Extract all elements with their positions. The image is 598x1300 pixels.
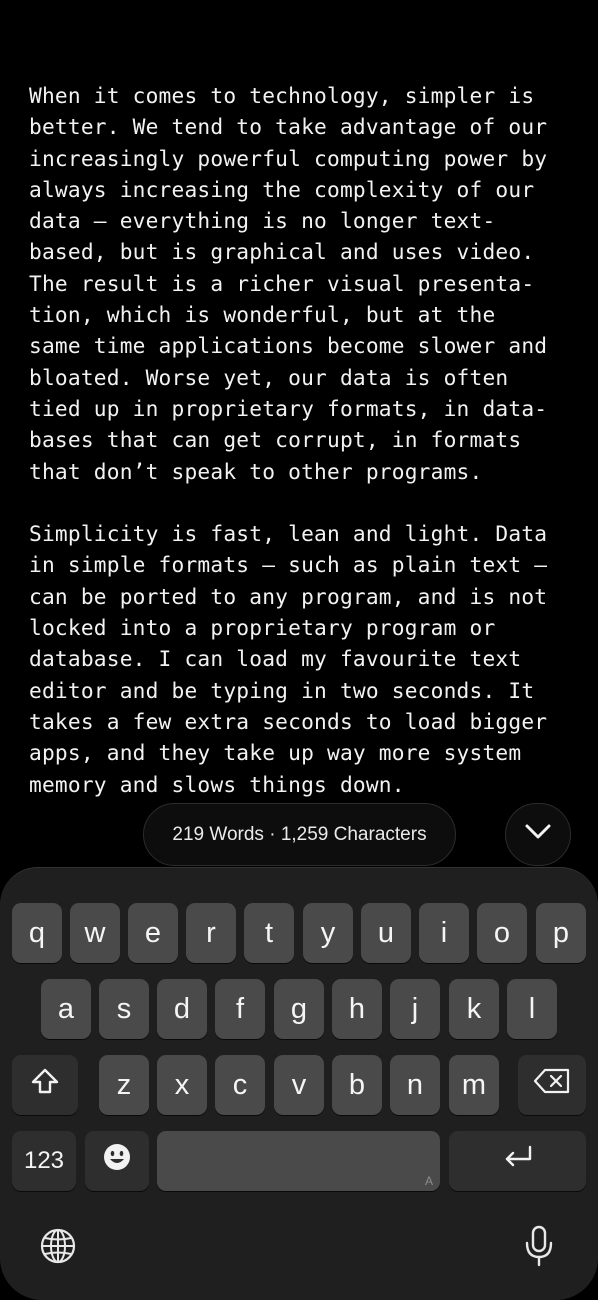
key-label: s [116,992,132,1025]
word-count-pill[interactable]: 219 Words · 1,259 Characters [143,803,456,866]
key-k[interactable]: k [449,979,499,1039]
key-n[interactable]: n [390,1055,440,1115]
text-line: always increasing the complexity of our [29,176,535,202]
text-line: bloated. Worse yet, our data is often [29,364,509,390]
key-label: c [232,1068,248,1101]
key-e[interactable]: e [128,903,178,963]
text-line: editor and be typing in two seconds. It [29,677,535,703]
key-label: z [116,1068,132,1101]
text-line: same time applications become slower and [29,333,548,359]
key-m[interactable]: m [449,1055,499,1115]
key-u[interactable]: u [361,903,411,963]
key-q[interactable]: q [12,903,62,963]
key-label: v [291,1068,307,1101]
dismiss-keyboard-button[interactable] [505,803,571,866]
numbers-key[interactable]: 123 [12,1131,76,1191]
shift-key[interactable] [12,1055,78,1115]
emoji-key[interactable] [85,1131,149,1191]
text-line: better. We tend to take advantage of our [29,114,548,140]
numbers-key-label: 123 [23,1147,65,1174]
key-x[interactable]: x [157,1055,207,1115]
text-line: memory and slows things down. [29,771,405,797]
text-editor[interactable]: When it comes to technology, simpler is … [29,80,589,800]
text-line: Simplicity is fast, lean and light. Data [29,521,548,547]
paragraph: Simplicity is fast, lean and light. Data… [29,518,589,800]
key-z[interactable]: z [99,1055,149,1115]
key-label: f [235,992,245,1025]
text-line: based, but is graphical and uses video. [29,239,535,265]
text-line: locked into a proprietary program or [29,615,496,641]
word-count-label: 219 Words · 1,259 Characters [172,823,427,845]
key-label: o [493,916,511,949]
text-line: can be ported to any program, and is not [29,583,548,609]
text-line: bases that can get corrupt, in formats [29,427,522,453]
text-line: database. I can load my favourite text [29,646,522,672]
key-t[interactable]: t [244,903,294,963]
globe-icon[interactable] [37,1225,79,1267]
text-line: data — everything is no longer text- [29,208,496,234]
key-label: i [440,916,448,949]
text-line: apps, and they take up way more system [29,740,522,766]
key-label: q [28,916,46,949]
key-label: n [406,1068,424,1101]
key-r[interactable]: r [186,903,236,963]
chevron-down-icon [524,823,552,846]
key-label: l [528,992,536,1025]
text-line: in simple formats — such as plain text — [29,552,548,578]
text-line: takes a few extra seconds to load bigger [29,708,548,734]
microphone-icon[interactable] [519,1223,559,1269]
paragraph: When it comes to technology, simpler is … [29,80,589,487]
shift-icon [30,1067,60,1103]
text-line: increasingly powerful computing power by [29,145,548,171]
key-label: r [206,916,216,949]
text-line: When it comes to technology, simpler is [29,83,535,108]
text-line: The result is a richer visual presenta- [29,270,535,296]
key-a[interactable]: a [41,979,91,1039]
text-line: tion, which is wonderful, but at the [29,302,496,328]
key-label: b [348,1068,366,1101]
key-label: y [320,916,336,949]
key-label: w [84,916,106,949]
key-s[interactable]: s [99,979,149,1039]
key-label: d [173,992,191,1025]
key-label: j [411,992,419,1025]
key-h[interactable]: h [332,979,382,1039]
keyboard: q w e r t y u i o p a s d f g h j k l z … [0,867,598,1300]
text-line: that don’t speak to other programs. [29,458,483,484]
key-b[interactable]: b [332,1055,382,1115]
key-y[interactable]: y [303,903,353,963]
delete-icon [533,1068,571,1102]
key-label: u [377,916,395,949]
key-j[interactable]: j [390,979,440,1039]
key-label: g [290,992,308,1025]
return-icon [502,1144,534,1178]
key-label: h [348,992,366,1025]
key-p[interactable]: p [536,903,586,963]
key-c[interactable]: c [215,1055,265,1115]
key-label: p [552,916,570,949]
key-label: e [144,916,162,949]
key-label: a [57,992,75,1025]
key-label: k [466,992,482,1025]
text-line: tied up in proprietary formats, in data- [29,395,548,421]
return-key[interactable] [449,1131,586,1191]
key-v[interactable]: v [274,1055,324,1115]
space-key-hint: A [424,1174,433,1188]
delete-key[interactable] [518,1055,586,1115]
emoji-icon [102,1142,132,1180]
space-key[interactable]: A [157,1131,440,1191]
key-label: t [264,916,274,949]
key-g[interactable]: g [274,979,324,1039]
key-w[interactable]: w [70,903,120,963]
key-d[interactable]: d [157,979,207,1039]
key-label: x [174,1068,190,1101]
key-label: m [461,1068,487,1101]
key-i[interactable]: i [419,903,469,963]
key-o[interactable]: o [477,903,527,963]
key-l[interactable]: l [507,979,557,1039]
key-f[interactable]: f [215,979,265,1039]
